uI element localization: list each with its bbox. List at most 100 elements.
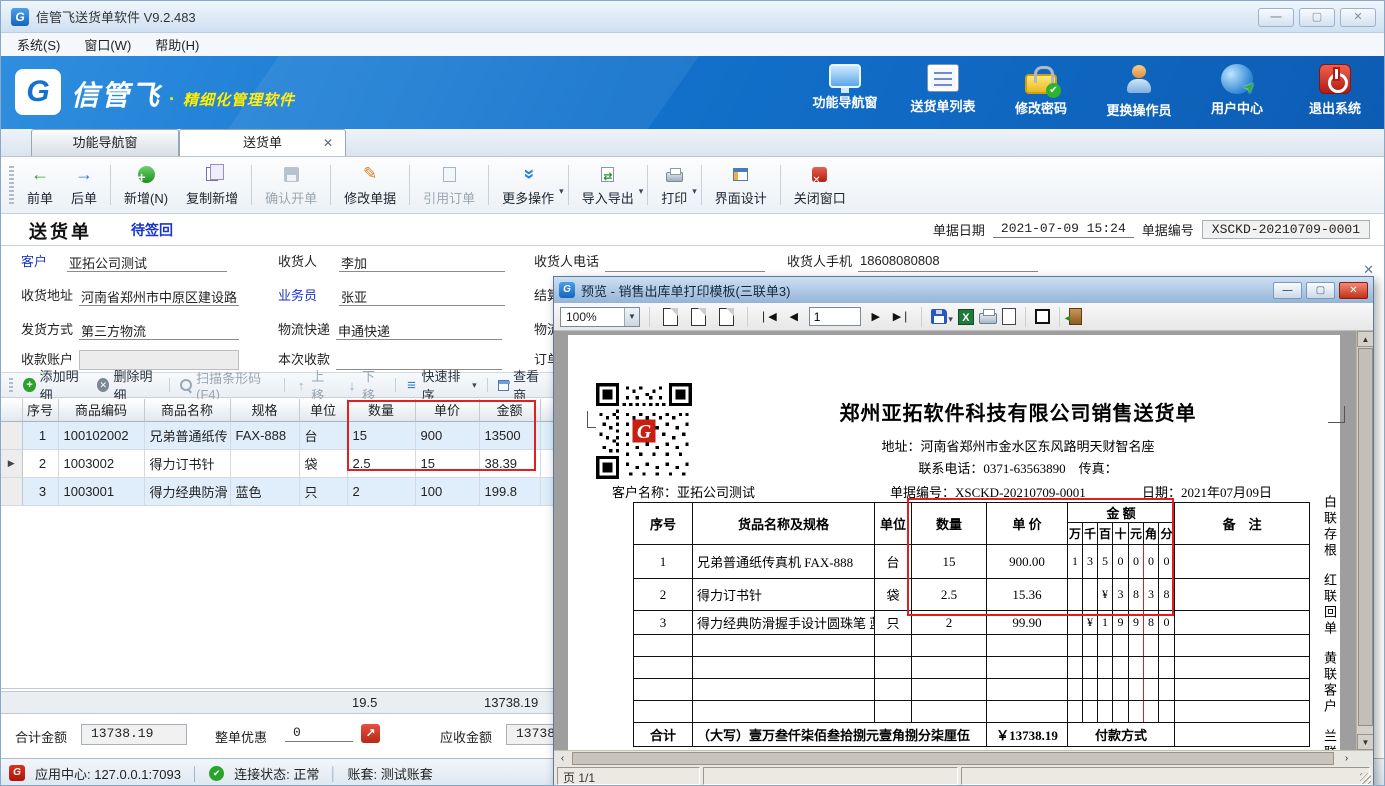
delivery-list-button[interactable]: 送货单列表 [902,64,984,119]
scroll-right-icon[interactable]: › [1338,751,1355,766]
last-page-button[interactable]: ▶❘ [891,307,913,327]
col-name[interactable]: 商品名称 [144,399,230,421]
dropdown-arrow-icon[interactable]: ▾ [639,174,644,197]
page-width-button[interactable] [719,308,734,326]
menu-system[interactable]: 系统(S) [17,35,60,54]
menu-help[interactable]: 帮助(H) [155,35,199,54]
import-export-icon [601,167,614,182]
excel-export-icon[interactable] [958,309,974,325]
discount-label: 整单优惠 [215,727,267,746]
col-unit[interactable]: 单位 [299,399,347,421]
scrollbar-thumb[interactable] [572,752,1334,765]
receiver-input[interactable]: 李加 [339,253,505,272]
page-indicator: 页 1/1 [557,767,700,785]
exit-door-icon[interactable] [1069,308,1082,325]
page-number-input[interactable] [809,307,861,326]
menu-window[interactable]: 窗口(W) [84,35,131,54]
row-selector[interactable] [1,477,22,505]
modify-doc-button[interactable]: 修改单据 [335,160,405,210]
tab-delivery[interactable]: 送货单 ✕ [179,129,346,156]
col-seq[interactable]: 序号 [22,399,58,421]
inv-col-name: 货品名称及规格 [693,503,875,545]
tab-close-icon[interactable]: ✕ [323,136,333,150]
multi-page-button[interactable] [691,308,706,326]
close-window-button[interactable]: 关闭窗口 [785,160,855,210]
printer-icon[interactable] [979,313,997,324]
maximize-button[interactable] [1299,8,1335,27]
red-close-icon [812,167,827,182]
col-code[interactable]: 商品编码 [58,399,144,421]
next-doc-button[interactable]: 后单 [62,160,106,210]
switch-operator-button[interactable]: 更换操作员 [1098,64,1180,119]
receiver-mobile-input[interactable]: 18608080808 [858,253,1038,272]
field-salesman: 业务员 张亚 [278,285,505,306]
margins-icon[interactable] [1035,309,1050,324]
scroll-left-icon[interactable]: ‹ [554,751,571,766]
discount-input[interactable]: 0 [285,725,353,742]
first-page-button[interactable]: ❘◀ [757,307,779,327]
dropdown-arrow-icon[interactable]: ▾ [948,308,953,325]
dropdown-arrow-icon[interactable]: ▾ [559,174,564,197]
print-button[interactable]: 打印 [652,160,696,210]
grid-row-3[interactable]: 3 1003001 得力经典防滑 蓝色 只 2 100 199.8 [1,477,553,505]
single-page-button[interactable] [663,308,678,326]
confirm-order-button[interactable]: 确认开单 [256,160,326,210]
dropdown-arrow-icon[interactable]: ▾ [692,174,697,197]
row-selector[interactable] [1,421,22,449]
salesman-input[interactable]: 张亚 [339,287,505,306]
next-page-button[interactable]: ▶ [866,307,886,327]
receivable-label: 应收金额 [440,727,492,746]
row-selector-header[interactable] [1,399,22,421]
inv-col-unit: 单位 [875,503,912,545]
close-button[interactable] [1340,8,1376,27]
user-center-button[interactable]: 用户中心 [1196,64,1278,119]
table-view-icon [498,380,510,391]
restore-button[interactable] [1306,282,1335,299]
row-selector-arrow[interactable]: ▶ [1,449,22,477]
invoice-phone: 联系电话：0371-63563890 传真： [718,458,1318,477]
arrow-left-icon [31,163,49,185]
import-export-button[interactable]: 导入导出 [573,160,643,210]
discount-calc-icon[interactable] [361,724,380,743]
resize-grip[interactable] [1360,773,1371,784]
doc-no-value: XSCKD-20210709-0001 [1202,220,1370,239]
prev-doc-button[interactable]: 前单 [18,160,62,210]
inv-total-label: 合计 [634,723,693,747]
address-input[interactable]: 河南省郑州市中原区建设路 [79,287,239,306]
add-button[interactable]: 新增(N) [115,160,177,210]
preview-status-bar: 页 1/1 [554,766,1373,786]
minimize-button[interactable] [1258,8,1294,27]
horizontal-scrollbar[interactable]: ‹ › [554,750,1373,766]
ship-method-input[interactable]: 第三方物流 [79,321,239,340]
scroll-down-icon[interactable]: ▼ [1357,734,1373,750]
nav-window-button[interactable]: 功能导航窗 [804,64,886,119]
ref-order-button[interactable]: 引用订单 [414,160,484,210]
scrollbar-thumb[interactable] [1358,348,1373,726]
zoom-select[interactable]: 100% ▼ [560,307,640,327]
preview-title-bar[interactable]: 预览 - 销售出库单打印模板(三联单3) [554,277,1373,303]
save-icon[interactable] [931,309,947,324]
scroll-up-icon[interactable]: ▲ [1357,331,1373,347]
logistics-input[interactable]: 申通快递 [336,321,502,340]
doc-date-value[interactable]: 2021-07-09 15:24 [993,221,1134,238]
doc-header: 送货单 待签回 单据日期 2021-07-09 15:24 单据编号 XSCKD… [1,214,1384,245]
brand-separator: · [169,89,175,110]
col-spec[interactable]: 规格 [230,399,299,421]
tab-nav-window[interactable]: 功能导航窗 [31,129,179,156]
close-button[interactable] [1339,282,1368,299]
dropdown-arrow-icon: ▾ [472,380,477,391]
customer-input[interactable]: 亚拓公司测试 [67,253,227,272]
scan-barcode-button[interactable]: 扫描条形码(F4) [174,368,280,402]
ui-design-button[interactable]: 界面设计 [706,160,776,210]
vertical-scrollbar[interactable]: ▲ ▼ [1356,331,1373,750]
copy-add-button[interactable]: 复制新增 [177,160,247,210]
minimize-button[interactable] [1273,282,1302,299]
prev-page-button[interactable]: ◀ [784,307,804,327]
page-setup-icon[interactable] [1002,308,1016,325]
receiver-phone-input[interactable] [605,253,765,272]
connection-status: 连接状态: 正常 [234,764,319,783]
change-password-button[interactable]: 修改密码 [1000,64,1082,119]
more-actions-button[interactable]: 更多操作 [493,160,563,210]
field-address: 收货地址 河南省郑州市中原区建设路 [21,285,239,306]
exit-system-button[interactable]: 退出系统 [1294,64,1376,119]
